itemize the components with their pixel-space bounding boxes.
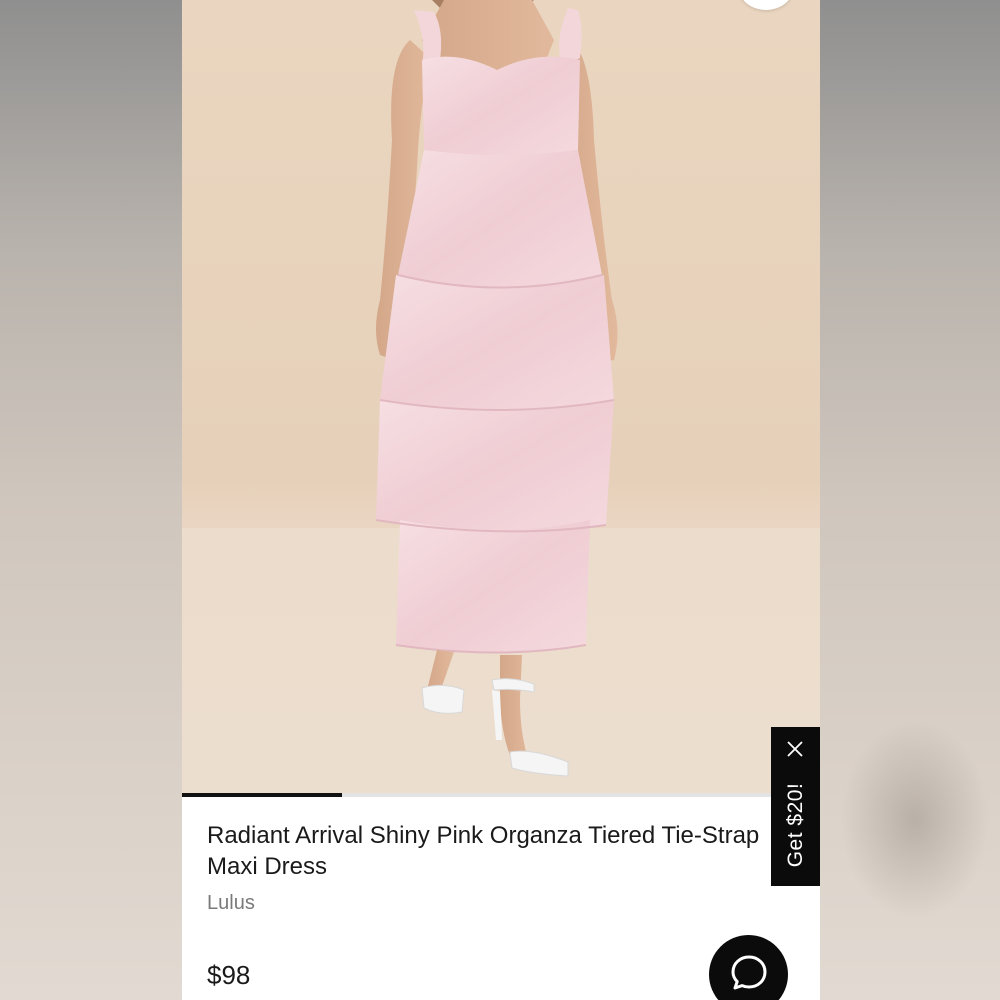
product-price: $98 xyxy=(207,960,251,990)
product-brand[interactable]: Lulus xyxy=(207,892,255,915)
model-photo xyxy=(375,0,618,777)
promo-label[interactable]: Get $20! xyxy=(784,783,808,868)
close-icon[interactable] xyxy=(785,739,805,759)
product-title: Radiant Arrival Shiny Pink Organza Tiere… xyxy=(207,822,760,880)
blurred-backdrop-left xyxy=(0,0,182,1000)
product-page: Radiant Arrival Shiny Pink Organza Tiere… xyxy=(182,0,820,1000)
promo-tab[interactable]: Get $20! xyxy=(771,727,820,886)
chat-bubble-icon xyxy=(731,955,767,990)
screen: Radiant Arrival Shiny Pink Organza Tiere… xyxy=(0,0,1000,1000)
image-carousel-progress xyxy=(182,793,820,797)
blurred-backdrop-right xyxy=(820,0,1000,1000)
product-image[interactable] xyxy=(182,0,820,795)
image-carousel-progress-fill xyxy=(182,793,342,797)
